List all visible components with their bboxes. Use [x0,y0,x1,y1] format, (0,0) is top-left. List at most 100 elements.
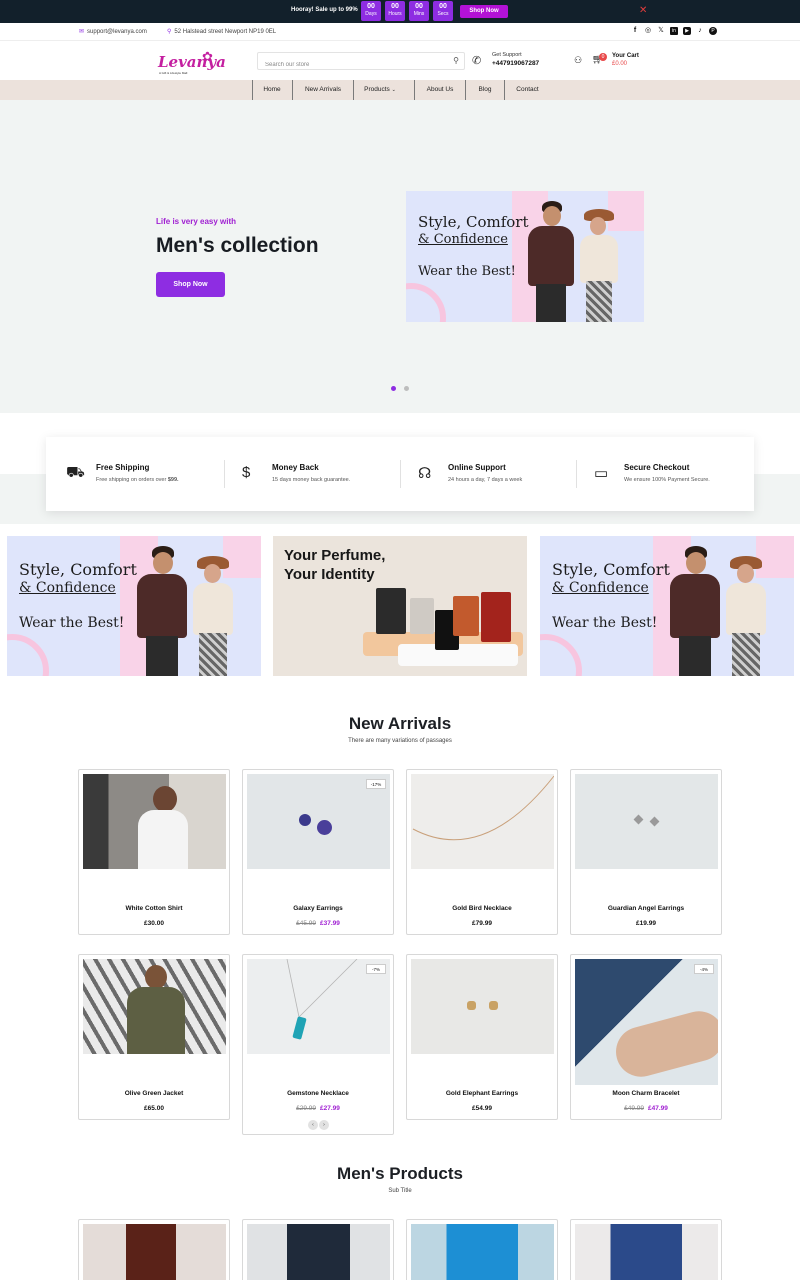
x-icon[interactable]: 𝕏 [657,27,665,35]
feature-money-back: $ Money Back 15 days money back guarante… [242,463,351,483]
product-price: £54.99 [472,1105,492,1112]
instagram-icon[interactable]: ◎ [644,27,652,35]
tiktok-icon[interactable]: ♪ [696,27,704,35]
hero-shop-now-button[interactable]: Shop Now [156,272,225,297]
product-card[interactable]: Olive Green Jacket £65.00 [78,954,230,1120]
feature-secure-checkout: ▭ Secure Checkout We ensure 100% Payment… [594,463,710,483]
product-image[interactable] [575,774,718,869]
product-name[interactable]: Moon Charm Bracelet [571,1090,721,1097]
hero-slider: Life is very easy with Men's collection … [0,100,800,413]
mens-products-subtitle: Sub Title [388,1188,412,1194]
product-card[interactable]: Gold Elephant Earrings £54.99 [406,954,558,1120]
product-name[interactable]: Olive Green Jacket [79,1090,229,1097]
nav-item-home[interactable]: Home [252,80,292,100]
fashion-banner-left[interactable]: Style, Comfort & Confidence Wear the Bes… [7,536,261,676]
product-card[interactable] [242,1219,394,1280]
perfume-bottle [453,596,479,636]
countdown-secs: 00 Secs [433,1,453,21]
product-image[interactable] [575,959,718,1085]
product-card[interactable] [570,1219,722,1280]
product-name[interactable]: Gold Elephant Earrings [407,1090,557,1097]
chevron-right-icon[interactable]: › [319,1120,329,1130]
new-arrivals-subtitle: There are many variations of passages [348,738,452,744]
close-icon[interactable]: ✕ [639,6,647,16]
facebook-icon[interactable]: f [631,27,639,35]
perfume-banner[interactable]: Your Perfume, Your Identity [273,536,527,676]
card-icon: ▭ [594,465,609,482]
product-image[interactable] [411,959,554,1054]
discount-badge: -4% [694,964,714,974]
carousel-arrows: ‹ › [308,1120,329,1130]
support-phone[interactable]: +447919067287 [492,60,539,67]
nav-item-contact[interactable]: Contact [505,80,550,100]
product-price: £79.99 [472,920,492,927]
product-name[interactable]: Gemstone Necklace [243,1090,393,1097]
countdown-hours: 00 Hours [385,1,405,21]
product-card[interactable]: White Cotton Shirt £30.00 [78,769,230,935]
countdown-mins: 00 Mins [409,1,429,21]
perfume-bottle [410,598,434,634]
cart-label[interactable]: Your Cart [612,53,639,59]
nav-item-blog[interactable]: Blog [466,80,504,100]
nav-item-new-arrivals[interactable]: New Arrivals [293,80,353,100]
product-card[interactable]: -7% Gemstone Necklace £29.99 £27.99 [242,954,394,1135]
youtube-icon[interactable]: ▶ [683,27,691,35]
product-image[interactable] [83,959,226,1054]
product-card[interactable] [406,1219,558,1280]
main-nav: Home New Arrivals Products ⌄ About Us Bl… [0,80,800,100]
product-image[interactable] [83,774,226,869]
hero-eyebrow: Life is very easy with [156,217,237,226]
nav-item-about-us[interactable]: About Us [415,80,465,100]
user-icon[interactable]: ⚇ [574,55,582,66]
features-strip: ⛟ Free Shipping Free shipping on orders … [46,437,754,511]
linkedin-icon[interactable]: in [670,27,678,35]
necklace-chain [412,775,554,841]
product-name[interactable]: Gold Bird Necklace [407,905,557,912]
slider-dot-active[interactable] [391,386,396,391]
product-image[interactable] [411,1224,554,1280]
site-logo[interactable]: Levanya ✿ A Gift & Lifestyle Mall [158,49,228,75]
email-contact[interactable]: ✉ support@levanya.com [79,28,147,35]
discount-badge: -7% [366,964,386,974]
nav-item-products[interactable]: Products ⌄ [354,80,406,100]
product-image[interactable] [83,1224,226,1280]
flower-icon: ✿ [202,49,213,64]
chevron-down-icon: ⌄ [391,87,396,93]
search-input[interactable] [265,57,445,73]
phone-icon: ✆ [472,55,482,67]
product-name[interactable]: Galaxy Earrings [243,905,393,912]
product-card[interactable] [78,1219,230,1280]
product-card[interactable]: Gold Bird Necklace £79.99 [406,769,558,935]
slider-dot[interactable] [404,386,409,391]
fashion-banner-right[interactable]: Style, Comfort & Confidence Wear the Bes… [540,536,794,676]
product-name[interactable]: White Cotton Shirt [79,905,229,912]
money-bag-icon: $ [242,464,251,481]
feature-online-support: ☊ Online Support 24 hours a day, 7 days … [418,463,523,483]
headset-icon: ☊ [418,465,432,482]
site-header: Levanya ✿ A Gift & Lifestyle Mall ⚲ ✆ Ge… [0,41,800,80]
product-image[interactable] [247,1224,390,1280]
product-card[interactable]: Guardian Angel Earrings £19.99 [570,769,722,935]
hero-banner-image: Style, Comfort & Confidence Wear the Bes… [406,191,644,322]
product-image[interactable] [575,1224,718,1280]
product-card[interactable]: -17% Galaxy Earrings £45.99 £37.99 [242,769,394,935]
feature-free-shipping: ⛟ Free Shipping Free shipping on orders … [66,463,179,483]
discount-badge: -17% [366,779,386,789]
product-price: £49.99 £47.99 [624,1105,668,1112]
mail-icon: ✉ [79,29,85,35]
product-price: £45.99 £37.99 [296,920,340,927]
search-icon[interactable]: ⚲ [453,56,459,65]
countdown-days: 00 Days [361,1,381,21]
contact-bar: ✉ support@levanya.com ⚲ 52 Halstead street… [0,23,800,41]
product-name[interactable]: Guardian Angel Earrings [571,905,721,912]
product-card[interactable]: -4% Moon Charm Bracelet £49.99 £47.99 [570,954,722,1120]
cart-count-badge: 0 [599,53,607,61]
truck-icon: ⛟ [66,464,85,481]
promo-shop-now-button[interactable]: Shop Now [460,5,508,18]
perfume-bottle [376,588,406,634]
perfume-bottle [481,592,511,642]
product-image[interactable] [411,774,554,869]
pinterest-icon[interactable]: P [709,27,717,35]
chevron-left-icon[interactable]: ‹ [308,1120,318,1130]
hero-title: Men's collection [156,234,319,257]
